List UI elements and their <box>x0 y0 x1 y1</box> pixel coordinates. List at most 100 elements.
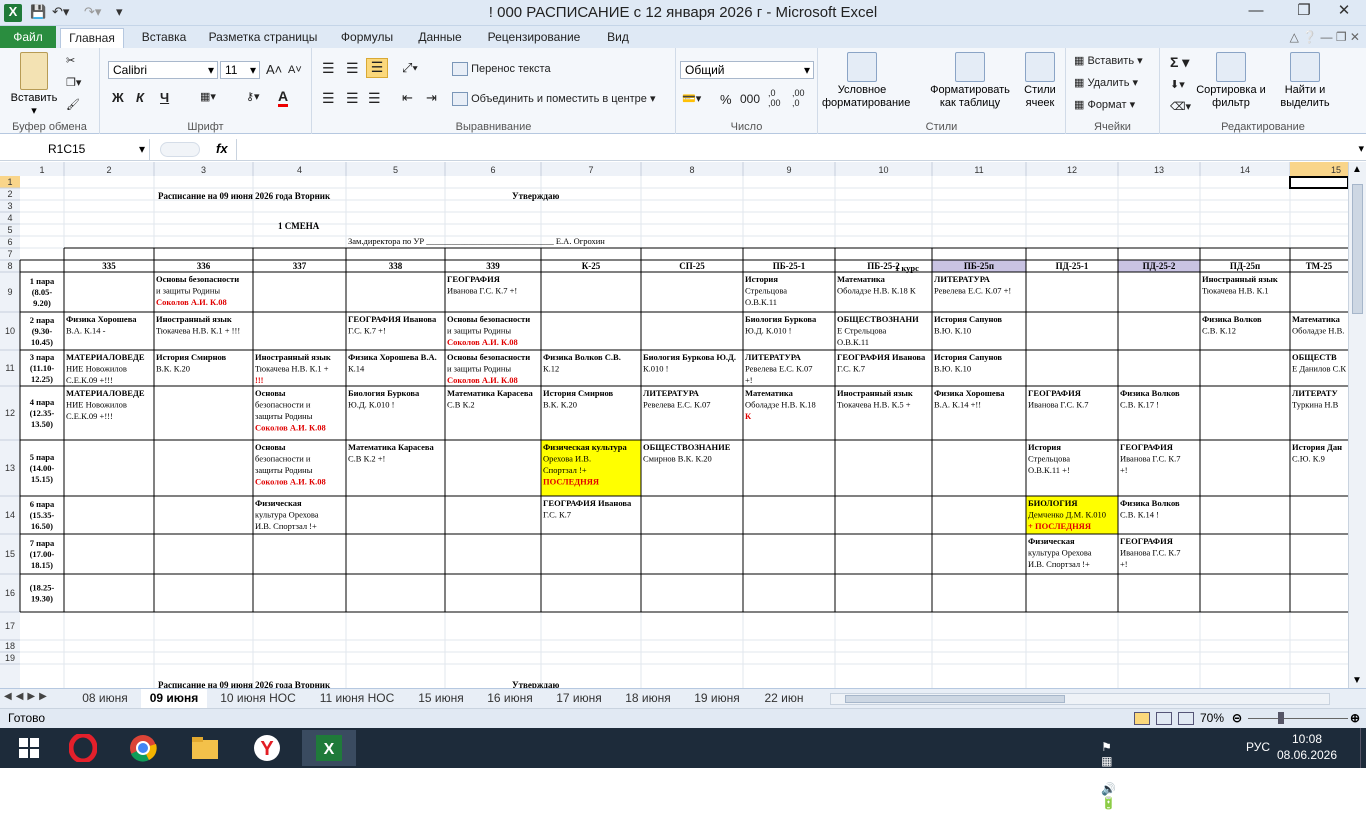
align-middle-icon[interactable]: ☰ <box>346 60 359 77</box>
wrap-text-button[interactable]: Перенос текста <box>452 62 551 76</box>
page-break-view-icon[interactable] <box>1178 712 1194 725</box>
tab-formulas[interactable]: Формулы <box>334 28 400 48</box>
italic-button[interactable]: К <box>136 90 144 105</box>
expand-formula-icon[interactable]: ▾ <box>1358 142 1364 155</box>
tab-file[interactable]: Файл <box>0 26 56 48</box>
tab-view[interactable]: Вид <box>598 28 638 48</box>
align-top-icon[interactable]: ☰ <box>322 60 335 77</box>
close-button[interactable]: ✕ <box>1322 0 1366 24</box>
clock-time[interactable]: 10:08 <box>1282 732 1332 746</box>
sheet-tab[interactable]: 22 июн <box>753 689 815 708</box>
align-bottom-icon[interactable]: ☰ <box>366 58 388 78</box>
formula-bar-splitter[interactable] <box>160 142 200 157</box>
sheet-tab[interactable]: 11 июня НОС <box>309 689 405 708</box>
horizontal-scrollbar[interactable] <box>830 693 1330 705</box>
shrink-font-icon[interactable]: A˅ <box>288 64 302 76</box>
show-desktop-button[interactable] <box>1360 728 1366 768</box>
underline-button[interactable]: Ч <box>160 90 169 105</box>
align-left-icon[interactable]: ☰ <box>322 90 335 107</box>
font-size-combo[interactable]: 11 ▾ <box>220 61 260 79</box>
tab-review[interactable]: Рецензирование <box>482 28 586 48</box>
scroll-up-icon[interactable]: ▲ <box>1352 164 1362 175</box>
font-color-icon[interactable]: A <box>278 88 289 107</box>
fill-icon[interactable]: ⬇▾ <box>1170 78 1185 91</box>
increase-decimal-button[interactable]: ,0 ,00 <box>768 88 790 108</box>
cell-styles-button[interactable]: Стили ячеек <box>1018 52 1062 110</box>
sheet-tab[interactable]: 15 июня <box>408 689 474 708</box>
tab-data[interactable]: Данные <box>410 28 470 48</box>
windows-start-icon[interactable] <box>2 730 56 766</box>
bold-button[interactable]: Ж <box>112 90 124 105</box>
number-format-combo[interactable]: Общий ▾ <box>680 61 814 79</box>
percent-button[interactable]: % <box>720 92 732 107</box>
file-explorer-icon[interactable] <box>178 730 232 766</box>
sheet-tab[interactable]: 10 июня НОС <box>210 689 306 708</box>
restore-button[interactable]: ❐ <box>1282 0 1326 24</box>
cells-canvas[interactable]: 1 2 3 4 5 6 7 8 9 10 11 12 13 14 151234567891011121314… <box>0 162 1348 688</box>
page-layout-view-icon[interactable] <box>1156 712 1172 725</box>
ribbon: Вставить ▾ ✂ ❐▾ 🖌 Буфер обмена Calibri ▾ 1… <box>0 48 1366 134</box>
fill-color-icon[interactable]: ⚷▾ <box>246 90 260 103</box>
vertical-scroll-thumb[interactable] <box>1352 184 1363 314</box>
decrease-decimal-button[interactable]: ,00 ,0 <box>792 88 814 108</box>
tab-home[interactable]: Главная <box>60 28 124 48</box>
format-cells-button[interactable]: ▦ Формат ▾ <box>1074 98 1135 111</box>
zoom-out-icon[interactable]: ⊝ <box>1232 709 1242 727</box>
insert-function-button[interactable]: fx <box>216 141 228 156</box>
borders-icon[interactable]: ▦▾ <box>200 90 216 103</box>
worksheet-grid[interactable]: 1 2 3 4 5 6 7 8 9 10 11 12 13 14 15 1 2 3 4 5 6 7 8 9 10 11 12 13 14… <box>0 162 1348 688</box>
minimize-button[interactable]: — <box>1234 0 1278 24</box>
conditional-format-button[interactable]: Условное форматирование <box>822 52 910 110</box>
sheet-tab[interactable]: 09 июня <box>141 689 207 708</box>
sheet-nav-icon[interactable]: ◀◀▶▶ <box>4 691 51 702</box>
language-indicator[interactable]: РУС <box>1246 740 1270 754</box>
scroll-down-icon[interactable]: ▼ <box>1352 675 1362 686</box>
horizontal-scroll-thumb[interactable] <box>845 695 1065 703</box>
clear-icon[interactable]: ⌫▾ <box>1170 100 1191 113</box>
selected-cell[interactable] <box>1289 176 1348 189</box>
zoom-level[interactable]: 70% <box>1200 709 1224 727</box>
align-center-icon[interactable]: ☰ <box>346 90 359 107</box>
sheet-tab[interactable]: 08 июня <box>72 689 138 708</box>
insert-cells-button[interactable]: ▦ Вставить ▾ <box>1074 54 1143 67</box>
normal-view-icon[interactable] <box>1134 712 1150 725</box>
delete-cells-button[interactable]: ▦ Удалить ▾ <box>1074 76 1138 89</box>
orientation-icon[interactable]: ⤢▾ <box>402 60 418 76</box>
decrease-indent-icon[interactable]: ⇤ <box>402 90 413 106</box>
opera-icon[interactable] <box>56 730 110 766</box>
tab-page-layout[interactable]: Разметка страницы <box>204 28 322 48</box>
merge-center-button[interactable]: Объединить и поместить в центре ▾ <box>452 92 656 107</box>
tray-icons[interactable]: ⚑ ▦ ◯ 🔊 🔋 ▲ <box>1101 740 1116 824</box>
sheet-tab[interactable]: 16 июня <box>477 689 543 708</box>
ribbon-controls[interactable]: △ ❔ — ❐ ✕ <box>1260 28 1360 48</box>
zoom-slider[interactable] <box>1248 718 1348 719</box>
paste-button[interactable]: Вставить ▾ <box>4 52 64 118</box>
clock-date[interactable]: 08.06.2026 <box>1274 748 1340 762</box>
cut-icon[interactable]: ✂ <box>66 54 75 67</box>
format-painter-icon[interactable]: 🖌 <box>66 98 80 111</box>
tab-insert[interactable]: Вставка <box>136 28 192 48</box>
sort-filter-button[interactable]: Сортировка и фильтр <box>1196 52 1266 110</box>
zoom-slider-thumb[interactable] <box>1278 712 1284 724</box>
thousands-button[interactable]: 000 <box>740 92 760 106</box>
format-as-table-button[interactable]: Форматировать как таблицу <box>928 52 1012 110</box>
align-right-icon[interactable]: ☰ <box>368 90 381 107</box>
vertical-scrollbar[interactable]: ▲ ▼ <box>1348 162 1366 688</box>
name-box[interactable]: R1C15 ▾ <box>0 139 150 160</box>
copy-icon[interactable]: ❐▾ <box>66 76 81 89</box>
sheet-tab[interactable]: 18 июня <box>615 689 681 708</box>
formula-input[interactable] <box>236 139 1350 160</box>
sheet-tab[interactable]: 17 июня <box>546 689 612 708</box>
chrome-icon[interactable] <box>116 730 170 766</box>
excel-taskbar-icon[interactable]: X <box>302 730 356 766</box>
font-name-combo[interactable]: Calibri ▾ <box>108 61 218 79</box>
find-select-button[interactable]: Найти и выделить <box>1270 52 1340 110</box>
zoom-in-icon[interactable]: ⊕ <box>1350 709 1360 727</box>
autosum-button[interactable]: Σ ▾ <box>1170 54 1189 71</box>
grow-font-icon[interactable]: A˄ <box>266 62 282 77</box>
schedule-entry: Физическая <box>1028 536 1075 546</box>
currency-icon[interactable]: 💳▾ <box>682 92 701 105</box>
sheet-tab[interactable]: 19 июня <box>684 689 750 708</box>
yandex-browser-icon[interactable]: Y <box>240 730 294 766</box>
increase-indent-icon[interactable]: ⇥ <box>426 90 437 106</box>
